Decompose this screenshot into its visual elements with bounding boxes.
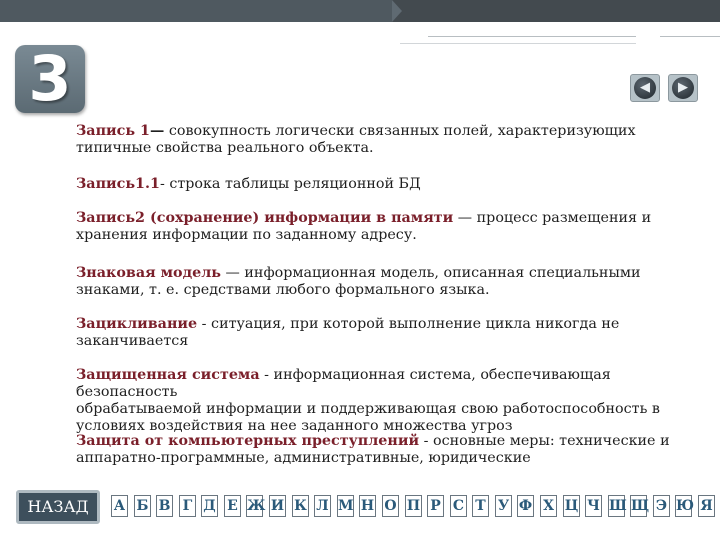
entry-separator: -: [197, 316, 207, 332]
slide-number: 3: [28, 42, 72, 115]
alphabet-letter-button[interactable]: М: [337, 495, 354, 517]
alphabet-letter-button[interactable]: А: [111, 495, 128, 517]
entry-text: хранения информации по заданному адресу.: [76, 227, 417, 243]
header-rule: [400, 43, 636, 44]
entry-text: процесс размещения и: [472, 210, 652, 226]
entry-separator: —: [453, 210, 473, 226]
alphabet-letter-button[interactable]: С: [450, 495, 467, 517]
entry-term: Защищенная система: [76, 367, 260, 383]
glossary-entry: Зацикливание - ситуация, при которой вып…: [76, 316, 619, 350]
title-bar-notch: [392, 0, 402, 22]
alphabet-letter-button[interactable]: Ц: [563, 495, 580, 517]
alphabet-letter-button[interactable]: У: [495, 495, 512, 517]
alphabet-letter-button[interactable]: Щ: [630, 495, 649, 517]
entry-term: Защита от компьютерных преступлений: [76, 433, 420, 449]
entry-text: информационная модель, описанная специал…: [239, 265, 641, 281]
alphabet-letter-button[interactable]: Т: [472, 495, 489, 517]
alphabet-letter-button[interactable]: Ю: [675, 495, 694, 517]
alphabet-letter-button[interactable]: Ч: [585, 495, 602, 517]
entry-separator: —: [149, 123, 165, 139]
header-rule: [660, 36, 720, 37]
arrow-left-icon: ◀: [640, 80, 650, 95]
glossary-entry: Запись 1— совокупность логически связанн…: [76, 123, 636, 157]
alphabet-letter-button[interactable]: Э: [653, 495, 670, 517]
entry-text: обрабатываемой информации и поддерживающ…: [76, 401, 660, 417]
alphabet-letter-button[interactable]: Б: [134, 495, 151, 517]
entry-text: основные меры: технические и: [428, 433, 670, 449]
entry-term: Зацикливание: [76, 316, 198, 332]
back-button[interactable]: НАЗАД: [16, 490, 100, 524]
entry-text: типичные свойства реального объекта.: [76, 140, 374, 156]
alphabet-letter-button[interactable]: И: [269, 495, 286, 517]
alphabet-letter-button[interactable]: Е: [224, 495, 241, 517]
glossary-entry: Знаковая модель — информационная модель,…: [76, 265, 641, 299]
alphabet-letter-button[interactable]: Ф: [517, 495, 534, 517]
entry-term: Запись1.1: [76, 176, 160, 192]
alphabet-letter-button[interactable]: О: [382, 495, 399, 517]
title-bar: [0, 0, 720, 22]
alphabet-letter-button[interactable]: К: [292, 495, 309, 517]
entry-text: строка таблицы реляционной БД: [164, 176, 421, 192]
glossary-entry: Запись2 (сохранение) информации в памяти…: [76, 210, 651, 244]
alphabet-letter-button[interactable]: Л: [314, 495, 331, 517]
alphabet-letter-button[interactable]: Ж: [246, 495, 265, 517]
header-rule: [428, 36, 636, 37]
alphabet-letter-button[interactable]: Г: [179, 495, 196, 517]
entry-text: заканчивается: [76, 333, 189, 349]
title-bar-left-segment: [0, 0, 392, 22]
alphabet-letter-button[interactable]: П: [405, 495, 422, 517]
prev-slide-button[interactable]: ◀: [630, 74, 660, 102]
entry-separator: -: [259, 367, 269, 383]
arrow-right-icon: ▶: [678, 80, 688, 95]
alphabet-letter-button[interactable]: Д: [201, 495, 218, 517]
slide-number-badge: 3: [15, 45, 85, 113]
entry-term: Запись2 (сохранение) информации в памяти: [76, 210, 454, 226]
next-slide-button[interactable]: ▶: [668, 74, 698, 102]
entry-term: Знаковая модель: [76, 265, 222, 281]
alphabet-letter-button[interactable]: В: [156, 495, 173, 517]
entry-text: совокупность логически связанных полей, …: [164, 123, 636, 139]
entry-text: условиях воздействия на нее заданного мн…: [76, 418, 513, 434]
entry-text: аппаратно-программные, административные,…: [76, 450, 531, 466]
entry-text: знаками, т. е. средствами любого формаль…: [76, 282, 490, 298]
glossary-entry: Защита от компьютерных преступлений - ос…: [76, 433, 670, 467]
alphabet-letter-button[interactable]: Х: [540, 495, 557, 517]
glossary-entry: Запись1.1- строка таблицы реляционной БД: [76, 176, 421, 193]
alphabet-letter-button[interactable]: Н: [359, 495, 376, 517]
glossary-entry: Защищенная система - информационная сист…: [76, 367, 716, 435]
alphabet-letter-button[interactable]: Ш: [608, 495, 627, 517]
entry-separator: —: [221, 265, 240, 281]
alphabet-letter-button[interactable]: Я: [698, 495, 715, 517]
entry-text: ситуация, при которой выполнение цикла н…: [206, 316, 620, 332]
alphabet-letter-button[interactable]: Р: [427, 495, 444, 517]
entry-term: Запись 1: [76, 123, 150, 139]
